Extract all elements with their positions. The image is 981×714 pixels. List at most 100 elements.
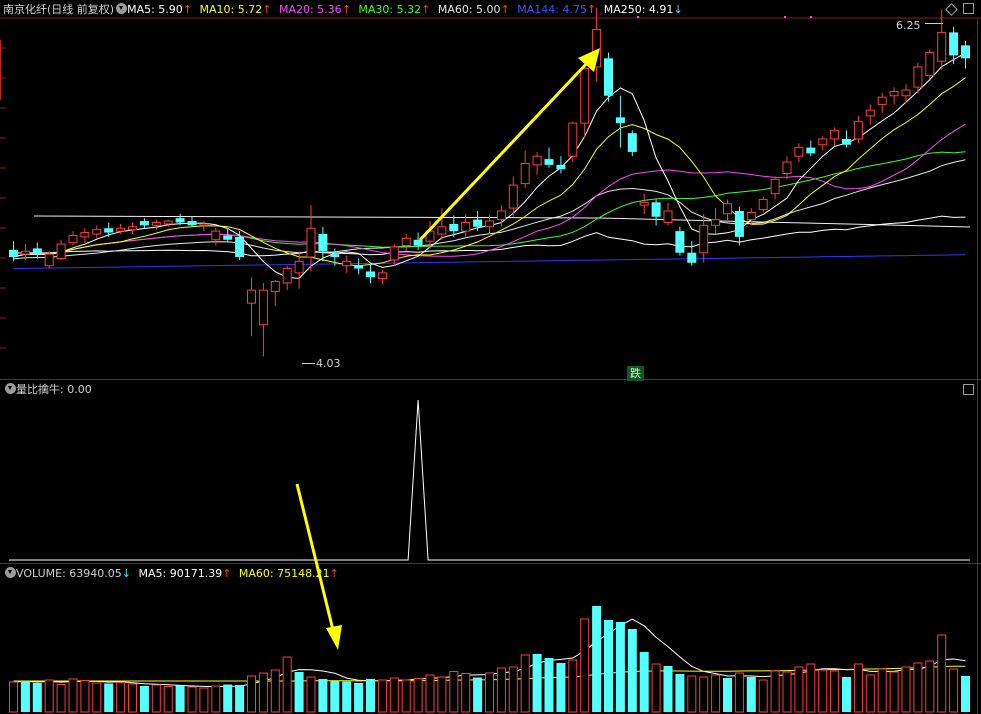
volume-bar-down [746, 677, 756, 712]
candle-up [401, 234, 411, 252]
candle-body [877, 96, 887, 105]
candle-down [104, 222, 114, 237]
ma144-line [13, 254, 966, 270]
volume-arrow-shaft [295, 483, 335, 631]
candle-body [913, 66, 923, 88]
signal-dot [784, 16, 786, 18]
candle-up [270, 280, 280, 306]
volume-bar-up [818, 669, 828, 713]
candle-body [723, 203, 732, 215]
candle-down [615, 95, 625, 148]
candle-body [758, 198, 768, 211]
volume-bar-up [461, 673, 471, 713]
candle-up [770, 176, 780, 200]
volume-bar-up [925, 660, 935, 713]
volume-bar-down [842, 677, 851, 712]
candle-body [366, 271, 375, 278]
candle-down [354, 258, 364, 275]
candle-up [639, 193, 649, 214]
candle-body [889, 90, 899, 97]
candle-body [187, 221, 197, 226]
volume-bar-up [687, 675, 697, 713]
candle-body [496, 210, 506, 221]
candle-body [830, 129, 840, 140]
candle-body [128, 226, 137, 231]
candle-body [282, 268, 292, 284]
candle-body [615, 117, 625, 124]
candle-body [354, 265, 364, 269]
volume-bar-down [175, 685, 185, 712]
volume-bar-down [615, 622, 625, 712]
candle-body [949, 32, 959, 56]
volume-bar-up [258, 672, 268, 713]
candle-up [128, 222, 137, 234]
volume-bar-up [580, 618, 590, 713]
candle-body [32, 248, 42, 255]
candle-up [568, 121, 578, 162]
candle-down [32, 242, 42, 259]
volume-bar-up [306, 676, 316, 713]
candle-body [199, 223, 209, 226]
fall-badge: 跌 [627, 366, 644, 381]
candle-body [734, 210, 744, 237]
candle-body [92, 229, 102, 235]
candle-up [44, 251, 54, 269]
kline-chart[interactable] [0, 0, 981, 714]
candle-body [20, 250, 30, 255]
candle-body [151, 221, 161, 226]
volume-bar-down [366, 679, 375, 712]
candle-up [247, 277, 256, 337]
reference-line [33, 215, 601, 219]
volume-bar-up [913, 662, 923, 713]
low-pointer-icon [302, 363, 315, 364]
volume-bar-up [758, 679, 768, 713]
candle-down [366, 262, 375, 283]
candle-body [520, 162, 530, 185]
volume-bar-up [187, 686, 197, 713]
candle-body [508, 184, 518, 209]
candle-body [663, 210, 673, 223]
candle-body [9, 249, 18, 258]
candle-body [44, 253, 54, 267]
volume-bar-up [949, 668, 959, 713]
candle-body [116, 227, 126, 232]
candle-body [306, 227, 316, 258]
candle-body [699, 224, 709, 254]
volume-bar-up [199, 687, 209, 713]
volume-bar-up [270, 669, 280, 713]
candle-up [877, 92, 887, 114]
volume-bar-down [532, 654, 542, 712]
volume-bar-up [68, 678, 78, 713]
volume-bar-down [139, 686, 149, 712]
volume-bar-up [651, 663, 661, 713]
volume-bar-down [639, 652, 649, 712]
volume-bar-up [485, 672, 494, 713]
candle-body [104, 228, 114, 233]
volume-bar-down [342, 681, 352, 712]
candle-down [556, 156, 566, 174]
volume-bar-up [437, 676, 447, 713]
candle-up [699, 213, 709, 263]
volume-bar-up [937, 634, 947, 713]
candle-down [139, 218, 149, 229]
high-pointer-icon [925, 23, 943, 24]
volume-bar-down [675, 674, 685, 712]
volume-bar-up [889, 671, 899, 713]
candle-body [485, 220, 494, 228]
volume-bar-up [116, 682, 126, 713]
candle-body [437, 226, 447, 235]
candle-down [949, 26, 959, 65]
candle-up [711, 208, 721, 234]
candle-up [889, 87, 899, 105]
candle-up [818, 136, 828, 151]
volume-bar-up [9, 681, 18, 713]
volume-bar-up [568, 659, 578, 713]
candle-body [853, 121, 863, 140]
volume-bar-down [556, 663, 566, 712]
candle-body [139, 221, 149, 226]
candle-body [270, 281, 280, 293]
candle-up [92, 225, 102, 239]
candle-body [651, 202, 661, 217]
volume-bar-up [496, 667, 506, 713]
candle-body [56, 243, 66, 259]
